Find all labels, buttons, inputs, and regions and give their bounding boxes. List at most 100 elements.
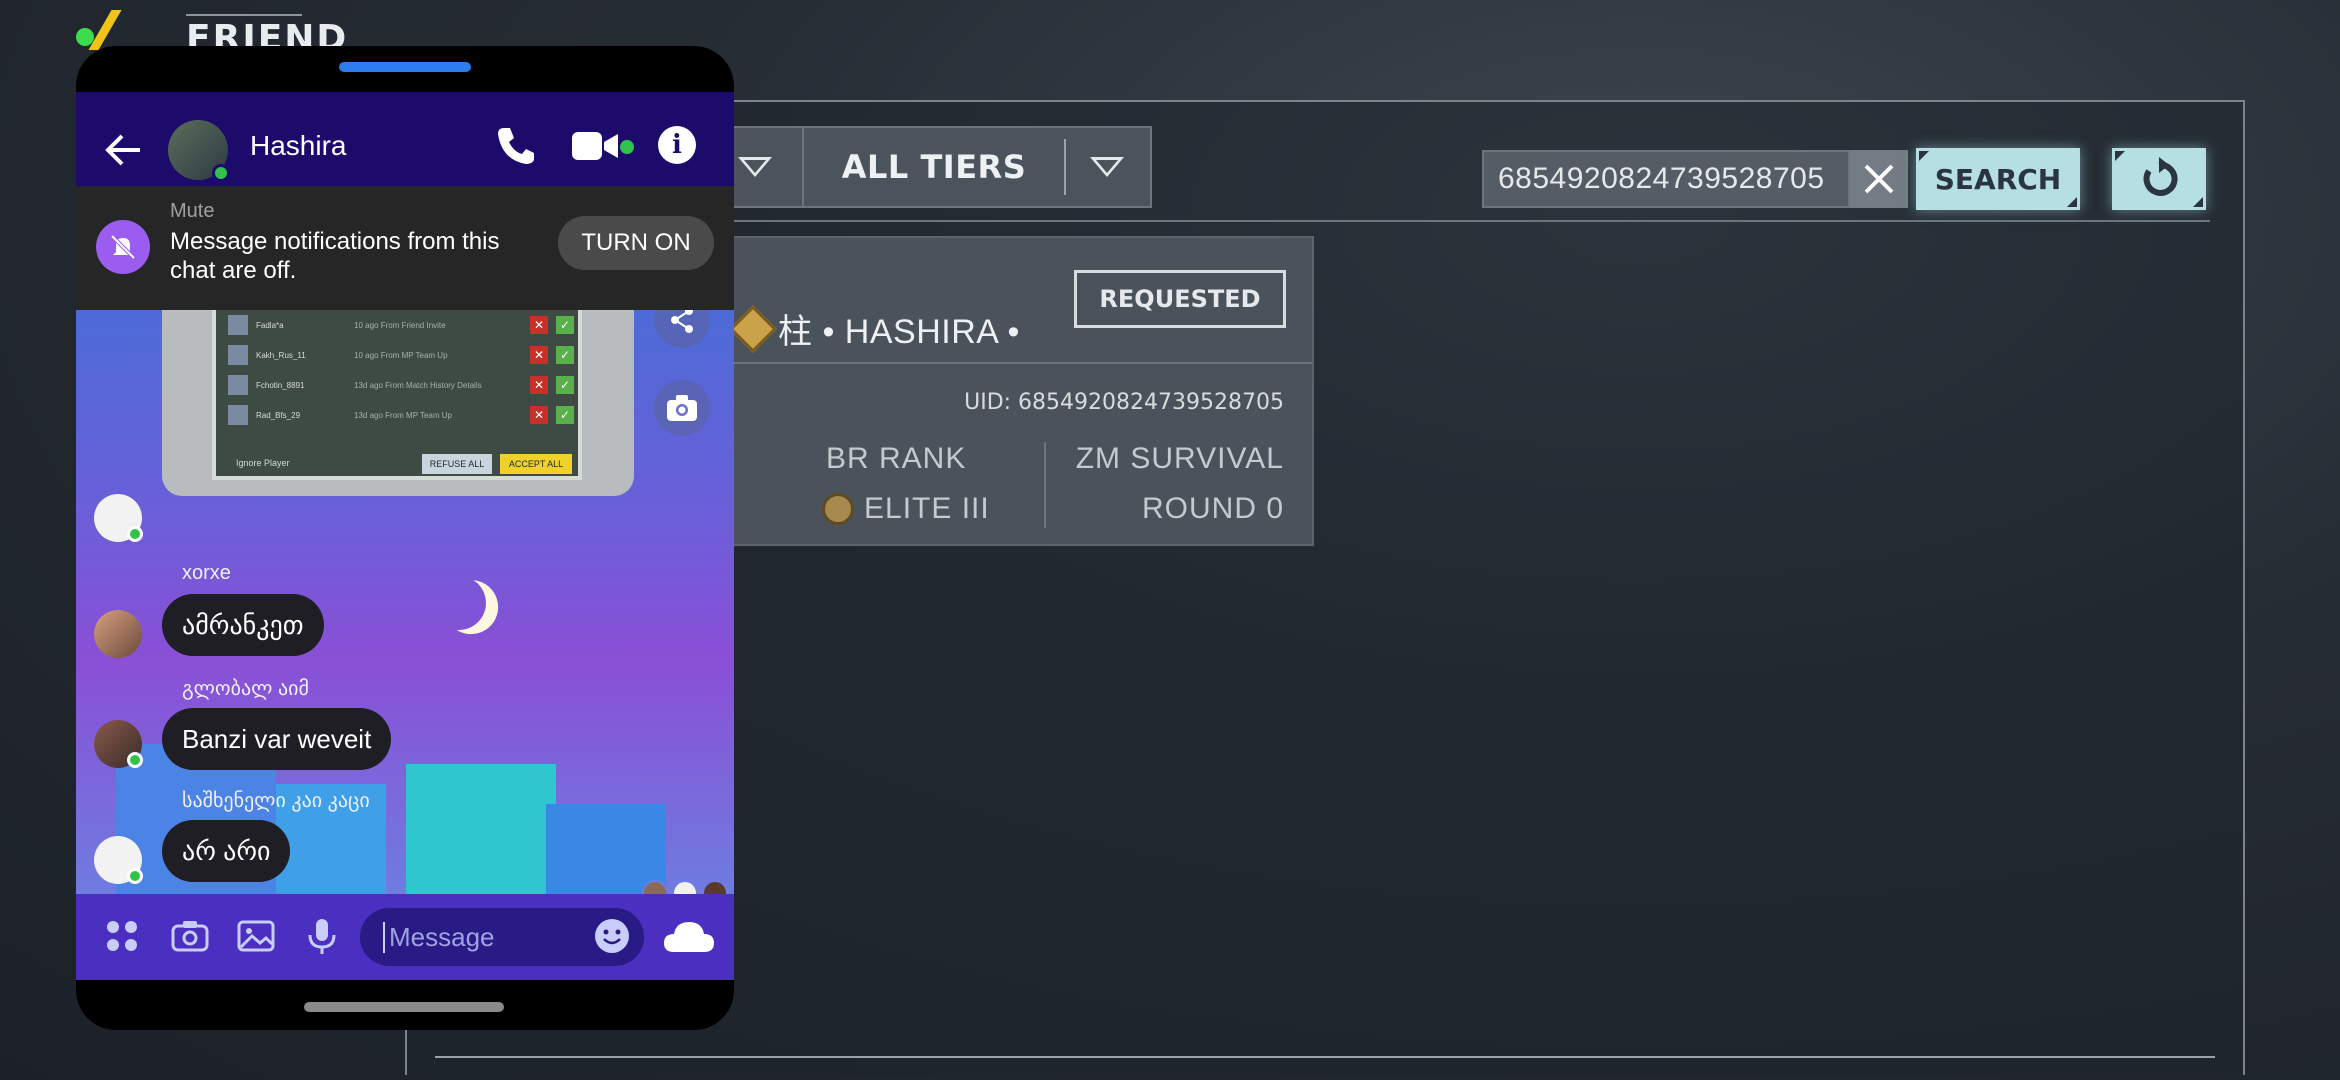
avatar — [672, 880, 698, 894]
mute-message: Message notifications from this chat are… — [170, 228, 500, 284]
message-bubble[interactable]: ამრანკეთ — [162, 594, 324, 656]
close-icon: ✕ — [530, 406, 548, 424]
list-item: Fadla*a 10 ago From Friend Invite ✕ ✓ — [228, 312, 574, 338]
online-status-dot — [127, 752, 143, 768]
list-item-sub: 13d ago From Match History Details — [354, 380, 482, 390]
accept-all-button: ACCEPT ALL — [500, 454, 572, 474]
list-item-sub: 10 ago From MP Team Up — [354, 350, 448, 360]
microphone-icon[interactable] — [302, 916, 342, 956]
list-item-name: Kakh_Rus_11 — [256, 350, 306, 360]
share-button[interactable] — [654, 310, 710, 348]
chat-thread[interactable]: Fadla*a 10 ago From Friend Invite ✕ ✓ Ka… — [76, 310, 734, 894]
message-composer: Message — [76, 894, 734, 980]
clear-search-button[interactable] — [1850, 150, 1908, 208]
br-rank-text: ELITE III — [864, 492, 990, 525]
messenger-chat-head: Hashira i Mute Message notifications fro… — [76, 46, 734, 1030]
stat-divider — [1044, 442, 1046, 528]
phone-call-icon[interactable] — [494, 124, 538, 168]
player-result-card: 柱 • HASHIRA • REQUESTED UID: 68549208247… — [728, 236, 1314, 546]
bell-muted-icon — [96, 220, 150, 274]
tiers-dropdown[interactable]: ALL TIERS — [802, 126, 1152, 208]
message-bubble[interactable]: არ არი — [162, 820, 291, 882]
back-arrow-icon[interactable] — [104, 130, 144, 170]
read-receipts — [642, 880, 728, 894]
close-icon — [1864, 164, 1894, 194]
game-logo-icon — [88, 10, 172, 50]
contact-name[interactable]: Hashira — [250, 130, 346, 162]
wallpaper-building — [406, 764, 556, 894]
toolbar-divider — [720, 220, 2210, 222]
close-icon: ✕ — [530, 316, 548, 334]
zm-survival-label: ZM SURVIVAL — [1075, 442, 1284, 475]
list-item: Fchotin_8891 13d ago From Match History … — [228, 372, 574, 398]
camera-icon — [667, 395, 697, 421]
list-item-name: Fchotin_8891 — [256, 380, 305, 390]
list-item: Rad_Bfs_29 13d ago From MP Team Up ✕ ✓ — [228, 402, 574, 428]
gallery-icon[interactable] — [236, 916, 276, 956]
cloud-icon[interactable] — [662, 918, 716, 954]
check-icon: ✓ — [556, 406, 574, 424]
panel-bottom-divider — [435, 1056, 2215, 1058]
shared-screenshot[interactable]: Fadla*a 10 ago From Friend Invite ✕ ✓ Ka… — [162, 310, 634, 496]
status-pill — [339, 62, 471, 72]
card-divider — [732, 362, 1312, 364]
dropdown-divider — [1064, 139, 1066, 195]
list-item: Kakh_Rus_11 10 ago From MP Team Up ✕ ✓ — [228, 342, 574, 368]
rank-badge-icon — [822, 493, 854, 525]
home-indicator[interactable] — [304, 1002, 504, 1012]
message-sender: საშხენელი კაი კაცი — [182, 790, 370, 812]
moon-icon — [424, 568, 493, 637]
avatar — [228, 375, 248, 395]
camera-icon[interactable] — [170, 916, 210, 956]
refresh-button[interactable] — [2112, 148, 2206, 210]
emoji-icon[interactable] — [594, 918, 630, 954]
check-icon: ✓ — [556, 346, 574, 364]
player-name-row: 柱 • HASHIRA • — [728, 304, 1020, 353]
list-item-name: Rad_Bfs_29 — [256, 410, 301, 420]
avatar[interactable] — [94, 610, 142, 658]
tiers-dropdown-label: ALL TIERS — [841, 148, 1027, 186]
message-sender: გლობალ აიმ — [182, 678, 309, 700]
list-item-sub: 10 ago From Friend Invite — [354, 320, 446, 330]
avatar — [642, 880, 668, 894]
chevron-down-icon — [738, 157, 772, 177]
mute-title: Mute — [170, 200, 215, 222]
refuse-all-button: REFUSE ALL — [422, 454, 492, 474]
player-uid: UID: 6854920824739528705 — [964, 390, 1284, 415]
message-bubble[interactable]: Banzi var weveit — [162, 708, 392, 770]
refresh-icon — [2143, 157, 2178, 196]
video-call-icon[interactable] — [572, 130, 620, 162]
player-emblem-icon — [728, 304, 778, 353]
requested-button[interactable]: REQUESTED — [1074, 270, 1286, 328]
online-status-dot — [127, 526, 143, 542]
mute-banner: Mute Message notifications from this cha… — [76, 186, 734, 310]
chevron-down-icon — [1090, 157, 1124, 177]
online-status-dot — [212, 164, 230, 182]
apps-grid-icon[interactable] — [102, 916, 142, 956]
close-icon: ✕ — [530, 376, 548, 394]
br-rank-value: ELITE III — [822, 492, 990, 526]
avatar — [228, 345, 248, 365]
check-icon: ✓ — [556, 316, 574, 334]
avatar — [228, 315, 248, 335]
turn-on-notifications-button[interactable]: TURN ON — [558, 216, 714, 270]
list-item-name: Fadla*a — [256, 320, 284, 330]
search-button[interactable]: SEARCH — [1916, 148, 2080, 210]
list-item-sub: 13d ago From MP Team Up — [354, 410, 452, 420]
uid-search-input[interactable]: 6854920824739528705 — [1482, 150, 1850, 208]
avatar — [228, 405, 248, 425]
avatar — [702, 880, 728, 894]
video-active-dot — [620, 140, 634, 154]
game-title-line — [186, 14, 302, 16]
share-icon — [671, 310, 693, 333]
ignore-player-label: Ignore Player — [236, 458, 290, 468]
info-icon[interactable]: i — [658, 126, 696, 164]
message-sender: xorxe — [182, 562, 231, 584]
camera-button[interactable] — [654, 380, 710, 436]
player-name: 柱 • HASHIRA • — [778, 313, 1020, 351]
zm-survival-value: ROUND 0 — [1141, 492, 1284, 525]
check-icon: ✓ — [556, 376, 574, 394]
screenshot-friend-requests: Fadla*a 10 ago From Friend Invite ✕ ✓ Ka… — [212, 310, 582, 480]
close-icon: ✕ — [530, 346, 548, 364]
message-placeholder: Message — [383, 921, 495, 953]
